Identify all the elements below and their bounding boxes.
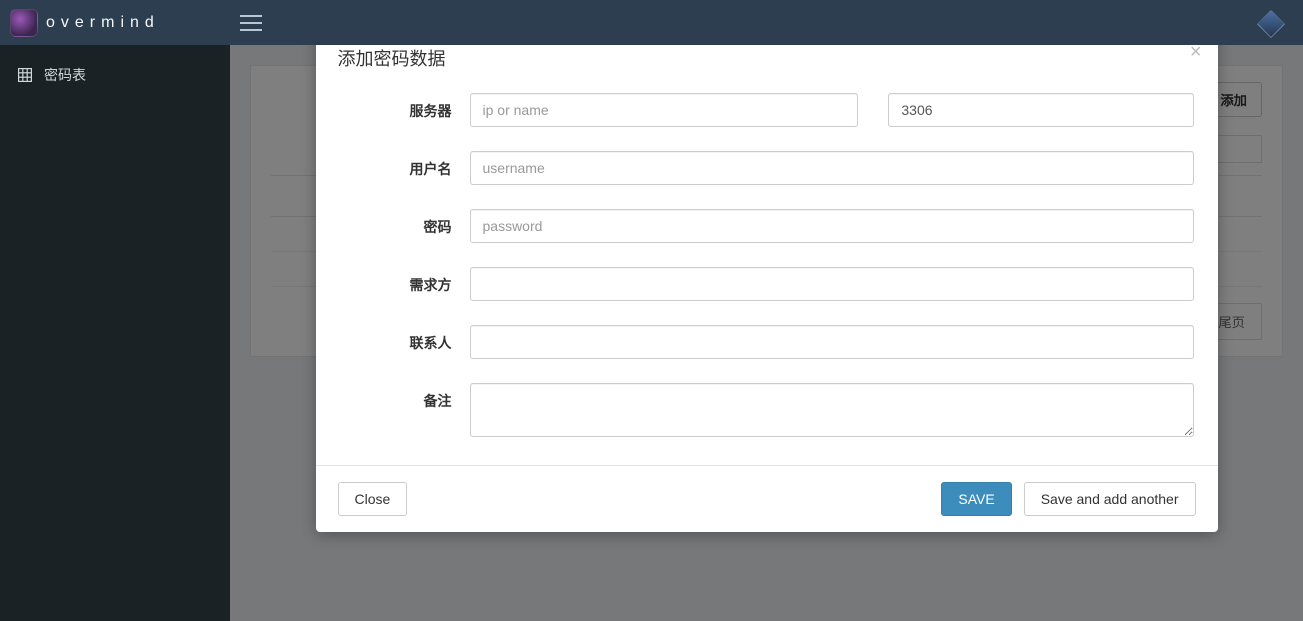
main-area: 添加 Search: 操作: [230, 45, 1303, 621]
brand-logo-icon: [10, 9, 38, 37]
brand-name: overmind: [46, 14, 160, 32]
menu-toggle-icon[interactable]: [240, 15, 262, 31]
username-input[interactable]: [470, 151, 1194, 185]
contact-input[interactable]: [470, 325, 1194, 359]
password-label: 密码: [340, 209, 470, 237]
remark-label: 备注: [340, 383, 470, 411]
sidebar-item-label: 密码表: [44, 65, 86, 85]
modal-title: 添加密码数据: [338, 45, 1196, 71]
topbar-right: [1261, 12, 1293, 34]
server-host-input[interactable]: [470, 93, 859, 127]
table-icon: [18, 68, 32, 82]
password-input[interactable]: [470, 209, 1194, 243]
server-label: 服务器: [340, 93, 470, 121]
save-add-another-button[interactable]: Save and add another: [1024, 482, 1196, 516]
close-icon[interactable]: ×: [1190, 45, 1202, 62]
save-button[interactable]: SAVE: [941, 482, 1011, 516]
brand[interactable]: overmind: [10, 9, 230, 37]
add-password-modal: 添加密码数据 × 服务器 用户名: [316, 45, 1218, 532]
contact-label: 联系人: [340, 325, 470, 353]
topbar: overmind: [0, 0, 1303, 45]
sidebar: 密码表: [0, 45, 230, 621]
requester-label: 需求方: [340, 267, 470, 295]
username-label: 用户名: [340, 151, 470, 179]
requester-input[interactable]: [470, 267, 1194, 301]
user-avatar-icon[interactable]: [1257, 9, 1285, 37]
server-port-input[interactable]: [888, 93, 1193, 127]
remark-textarea[interactable]: [470, 383, 1194, 437]
close-button[interactable]: Close: [338, 482, 408, 516]
sidebar-item-password-table[interactable]: 密码表: [0, 53, 230, 97]
